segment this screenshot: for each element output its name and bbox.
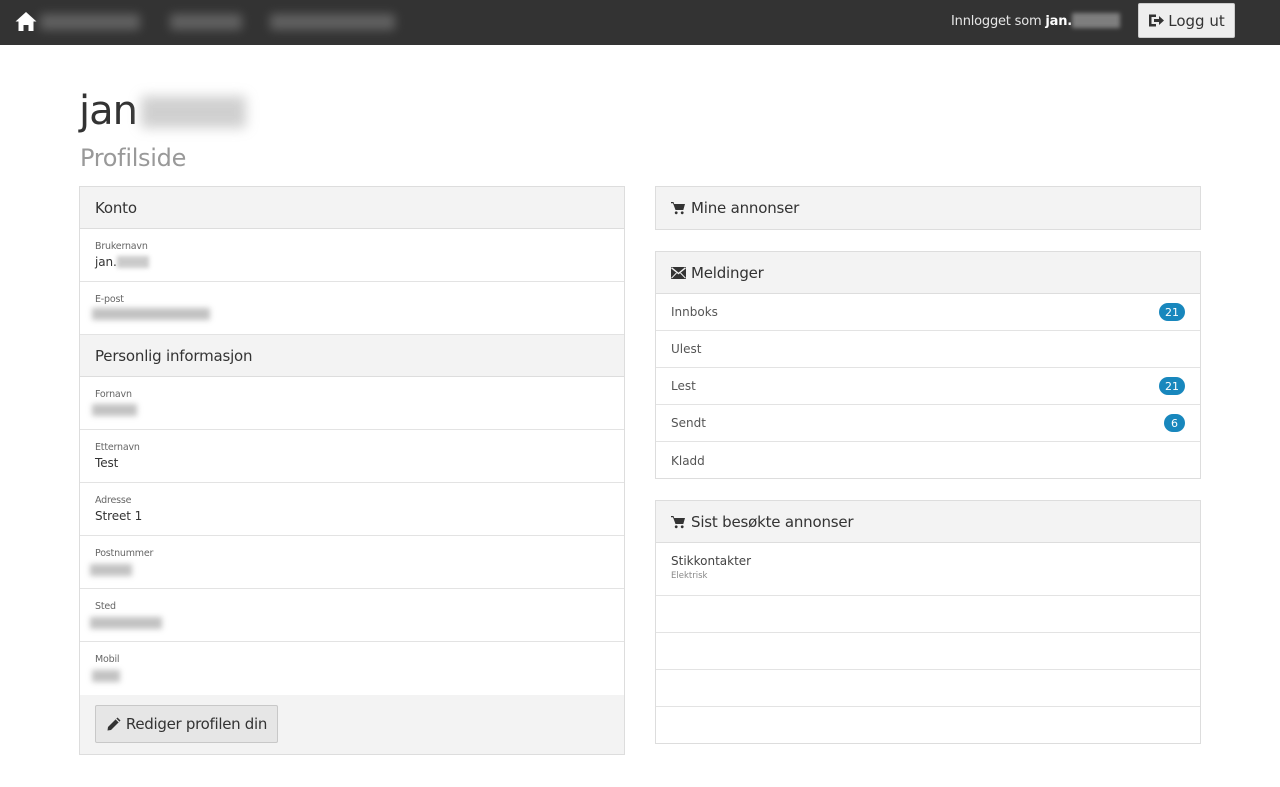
nav-link-redacted[interactable] [40, 14, 140, 30]
email-field: E-post [80, 282, 624, 335]
logout-icon [1149, 14, 1165, 27]
my-ads-panel[interactable]: Mine annonser [655, 186, 1201, 230]
recent-ad-empty-row [656, 670, 1200, 707]
list-item-label: Ulest [671, 342, 702, 356]
postcode-field: Postnummer [80, 536, 624, 589]
field-label: E-post [95, 294, 124, 305]
messages-item-sent[interactable]: Sendt 6 [656, 405, 1200, 442]
field-label: Brukernavn [95, 241, 148, 252]
cart-icon [671, 202, 685, 215]
username-field: Brukernavn jan. [80, 229, 624, 282]
field-label: Sted [95, 601, 116, 612]
account-heading: Konto [80, 187, 624, 229]
field-label: Postnummer [95, 548, 154, 559]
address-field: Adresse Street 1 [80, 483, 624, 536]
personal-heading-text: Personlig informasjon [95, 346, 253, 365]
firstname-redacted [92, 404, 137, 416]
count-badge: 21 [1159, 303, 1185, 321]
edit-profile-button[interactable]: Rediger profilen din [95, 705, 278, 743]
field-label: Mobil [95, 654, 120, 665]
messages-panel: Meldinger Innboks 21 Ulest Lest 21 Sendt… [655, 251, 1201, 479]
recent-ad-category: Elektrisk [671, 571, 708, 581]
logout-label: Logg ut [1168, 11, 1225, 30]
home-icon [15, 12, 37, 31]
logout-button[interactable]: Logg ut [1138, 3, 1235, 38]
messages-heading: Meldinger [656, 252, 1200, 294]
cart-icon [671, 515, 685, 528]
recent-ads-heading: Sist besøkte annonser [656, 501, 1200, 543]
recent-ads-heading-text: Sist besøkte annonser [691, 512, 854, 531]
page-subtitle: Profilside [80, 144, 187, 172]
surname-redacted [140, 96, 246, 128]
field-label: Etternavn [95, 442, 140, 453]
page-title: jan [79, 88, 246, 134]
recent-ad-title: Stikkontakter [671, 554, 752, 568]
username-value: jan. [95, 255, 117, 269]
mobile-redacted [92, 670, 120, 682]
messages-item-inbox[interactable]: Innboks 21 [656, 294, 1200, 331]
account-heading-text: Konto [95, 198, 137, 217]
personal-heading: Personlig informasjon [80, 335, 624, 377]
firstname-field: Fornavn [80, 377, 624, 430]
city-redacted [90, 617, 162, 629]
logged-in-status: Innlogget som jan. [951, 13, 1120, 29]
field-value: jan. [95, 254, 624, 270]
page-title-text: jan [79, 88, 138, 134]
city-field: Sted [80, 589, 624, 642]
lastname-field: Etternavn Test [80, 430, 624, 483]
envelope-icon [671, 266, 686, 279]
nav-link-redacted[interactable] [170, 14, 242, 30]
postcode-redacted [90, 564, 132, 576]
list-item-label: Innboks [671, 305, 718, 319]
top-navbar: Innlogget som jan. Logg ut [0, 0, 1280, 45]
messages-item-unread[interactable]: Ulest [656, 331, 1200, 368]
recent-ad-item[interactable]: Stikkontakter Elektrisk [656, 543, 1200, 596]
count-badge: 6 [1164, 414, 1185, 432]
email-redacted [92, 308, 210, 320]
count-badge: 21 [1159, 377, 1185, 395]
list-item-label: Kladd [671, 453, 705, 468]
recent-ad-empty-row [656, 707, 1200, 744]
profile-panel-footer: Rediger profilen din [80, 695, 624, 754]
recent-ad-empty-row [656, 596, 1200, 633]
recent-ad-empty-row [656, 633, 1200, 670]
nav-link-redacted[interactable] [270, 14, 395, 30]
pencil-icon [107, 717, 121, 731]
recent-ads-panel: Sist besøkte annonser Stikkontakter Elek… [655, 500, 1201, 744]
my-ads-heading-text: Mine annonser [691, 199, 800, 217]
messages-item-read[interactable]: Lest 21 [656, 368, 1200, 405]
mobile-field: Mobil [80, 642, 624, 695]
field-value: Street 1 [95, 509, 143, 523]
messages-heading-text: Meldinger [691, 263, 764, 282]
list-item-label: Lest [671, 379, 696, 393]
username-redacted [116, 256, 149, 268]
field-label: Fornavn [95, 389, 132, 400]
list-item-label: Sendt [671, 416, 706, 430]
field-value: Test [95, 456, 119, 470]
logged-in-prefix: Innlogget som [951, 14, 1042, 29]
field-label: Adresse [95, 495, 132, 506]
profile-panel: Konto Brukernavn jan. E-post Personlig i… [79, 186, 625, 755]
my-ads-heading[interactable]: Mine annonser [656, 187, 1200, 229]
home-link[interactable] [14, 10, 38, 34]
edit-profile-label: Rediger profilen din [125, 715, 268, 733]
username-redacted [1072, 13, 1120, 28]
messages-item-drafts[interactable]: Kladd [656, 442, 1200, 479]
logged-in-username: jan. [1045, 14, 1072, 29]
